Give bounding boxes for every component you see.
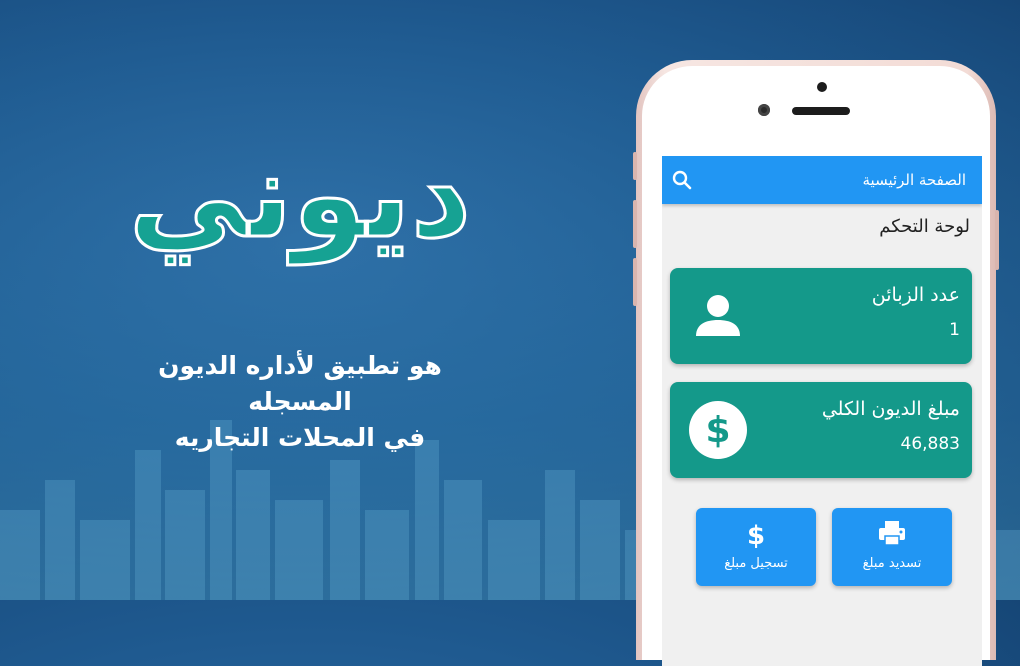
dollar-circle-icon: $ [689, 401, 747, 459]
printer-icon [879, 521, 905, 546]
customers-count-value: 1 [949, 320, 960, 340]
phone-volume-up-button [633, 200, 637, 248]
phone-speaker [792, 107, 850, 115]
total-debts-card[interactable]: مبلغ الديون الكلي 46,883 $ [670, 382, 972, 478]
app-bar: الصفحة الرئيسية [662, 156, 982, 204]
total-debts-value: 46,883 [900, 434, 960, 454]
svg-text:$: $ [747, 521, 765, 548]
phone-sensor [817, 82, 827, 92]
search-icon[interactable] [670, 168, 694, 192]
phone-power-button [995, 210, 999, 270]
customers-count-label: عدد الزبائن [871, 284, 960, 306]
tagline-line-2: في المحلات التجاريه [174, 423, 426, 452]
person-icon [696, 295, 740, 336]
pay-amount-button[interactable]: تسديد مبلغ [832, 508, 952, 586]
customers-count-card[interactable]: عدد الزبائن 1 [670, 268, 972, 364]
tagline-line-1: هو تطبيق لأداره الديون المسجله [158, 351, 442, 416]
total-debts-label: مبلغ الديون الكلي [821, 398, 960, 420]
dollar-icon: $ [747, 521, 765, 548]
record-amount-label: تسجيل مبلغ [724, 556, 788, 571]
phone-volume-down-button [633, 258, 637, 306]
phone-side-button [633, 152, 637, 180]
svg-text:$: $ [705, 410, 730, 451]
phone-front-camera [758, 104, 770, 116]
dashboard-title: لوحة التحكم [879, 216, 970, 237]
app-screen: الصفحة الرئيسية لوحة التحكم عدد الزبائن … [662, 156, 982, 666]
app-logo-text: ديوني [127, 125, 473, 266]
record-amount-button[interactable]: $ تسجيل مبلغ [696, 508, 816, 586]
pay-amount-label: تسديد مبلغ [862, 556, 922, 571]
phone-bezel: الصفحة الرئيسية لوحة التحكم عدد الزبائن … [642, 66, 990, 666]
promo-tagline: هو تطبيق لأداره الديون المسجله في المحلا… [110, 348, 490, 456]
phone-mockup: الصفحة الرئيسية لوحة التحكم عدد الزبائن … [633, 60, 999, 666]
page-title: الصفحة الرئيسية [862, 171, 967, 189]
